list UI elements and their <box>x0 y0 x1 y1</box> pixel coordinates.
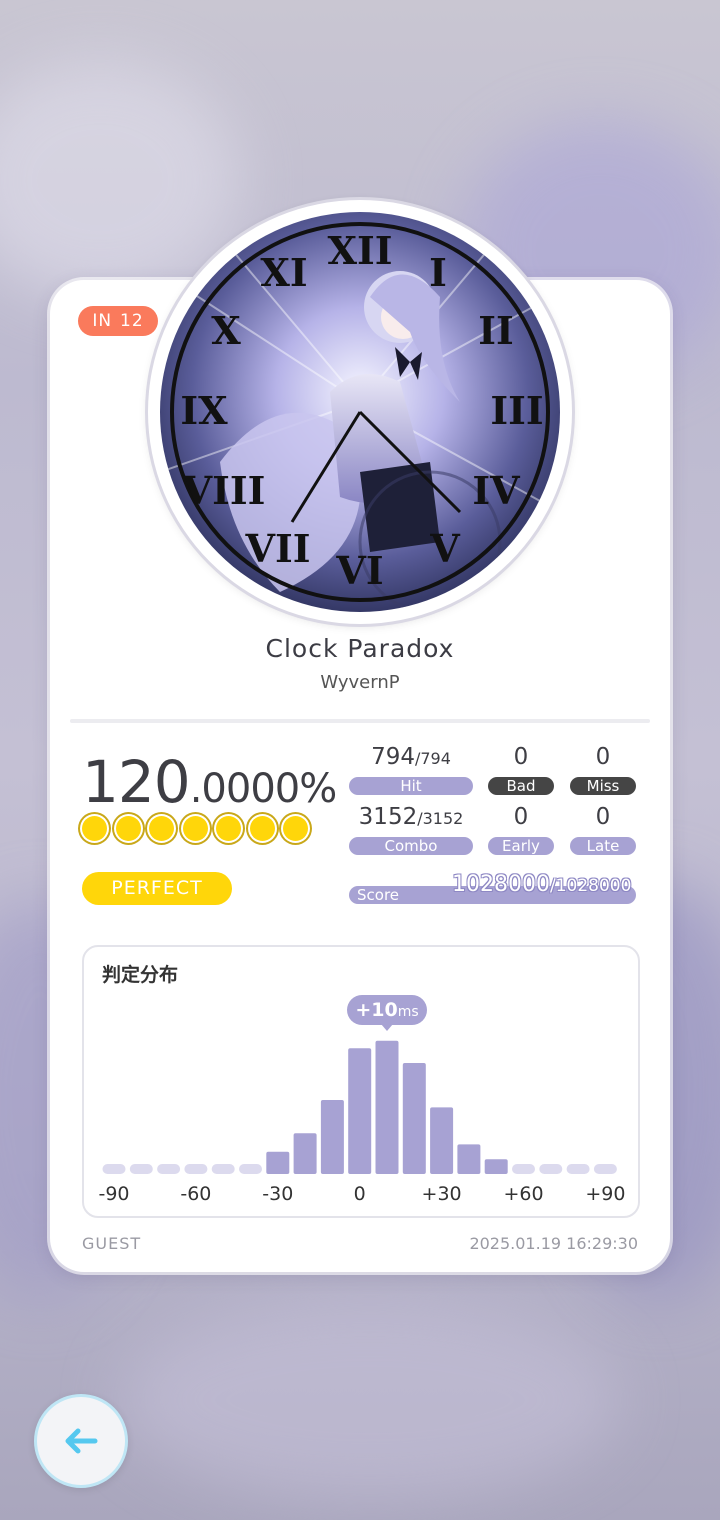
late-count: 0 <box>595 804 611 830</box>
combo-label: Combo <box>349 837 473 855</box>
svg-text:III: III <box>490 388 543 433</box>
rank-dot <box>182 816 208 841</box>
hit-count: 794/794 <box>371 744 451 770</box>
rank-dot <box>283 816 308 841</box>
peak-offset-bubble: +10ms <box>347 995 427 1025</box>
level-mode: IN <box>92 311 113 331</box>
distribution-title: 判定分布 <box>102 964 179 986</box>
svg-text:IV: IV <box>472 468 521 513</box>
song-title: Clock Paradox <box>265 634 455 663</box>
rank-dot <box>82 816 107 841</box>
perfect-badge: PERFECT <box>82 872 232 905</box>
rank-dot <box>115 816 141 841</box>
accuracy-fraction: .0000% <box>189 766 338 812</box>
svg-text:VIII: VIII <box>182 468 266 513</box>
svg-text:X: X <box>211 308 241 353</box>
arrow-left-icon <box>65 1428 98 1454</box>
x-tick-label: +30 <box>421 1183 462 1205</box>
x-tick-label: -90 <box>98 1183 130 1205</box>
accuracy-integer: 120 <box>82 748 191 816</box>
bad-label: Bad <box>488 777 554 795</box>
late-label: Late <box>570 837 636 855</box>
svg-text:VII: VII <box>244 526 310 571</box>
player-name: GUEST <box>82 1234 142 1253</box>
bad-count: 0 <box>513 744 529 770</box>
svg-text:VI: VI <box>335 548 383 593</box>
jacket-frame: XII I II III IV V VI VII VIII IX X XI <box>148 200 572 624</box>
x-tick-label: +90 <box>585 1183 626 1205</box>
play-datetime: 2025.01.19 16:29:30 <box>469 1234 638 1253</box>
level-badge: IN 12 <box>78 306 158 336</box>
svg-text:XII: XII <box>327 228 392 273</box>
song-artist: WyvernP <box>320 672 400 693</box>
combo-count: 3152/3152 <box>358 804 464 830</box>
rank-dots <box>82 816 308 841</box>
svg-text:XI: XI <box>260 250 307 295</box>
hit-label: Hit <box>349 777 473 795</box>
early-label: Early <box>488 837 554 855</box>
score-value: 1028000/1028000 <box>452 872 632 897</box>
svg-text:I: I <box>429 250 447 295</box>
score-label: Score <box>357 886 400 904</box>
x-tick-label: -30 <box>262 1183 294 1205</box>
x-tick-label: -60 <box>180 1183 212 1205</box>
rank-dot <box>149 816 174 841</box>
early-count: 0 <box>513 804 529 830</box>
x-tick-label: +60 <box>503 1183 544 1205</box>
miss-count: 0 <box>595 744 611 770</box>
miss-label: Miss <box>570 777 636 795</box>
rank-dot <box>216 816 241 841</box>
accuracy: 120.0000% <box>82 748 338 816</box>
divider <box>70 719 650 723</box>
svg-text:V: V <box>429 526 461 571</box>
peak-bubble-pointer <box>381 1024 393 1031</box>
rank-dot <box>249 816 275 841</box>
song-jacket-image: XII I II III IV V VI VII VIII IX X XI <box>160 212 560 612</box>
x-tick-label: 0 <box>353 1183 366 1205</box>
level-number: 12 <box>120 311 144 331</box>
svg-text:II: II <box>478 308 514 353</box>
back-button[interactable] <box>34 1394 128 1488</box>
svg-text:IX: IX <box>180 388 228 433</box>
